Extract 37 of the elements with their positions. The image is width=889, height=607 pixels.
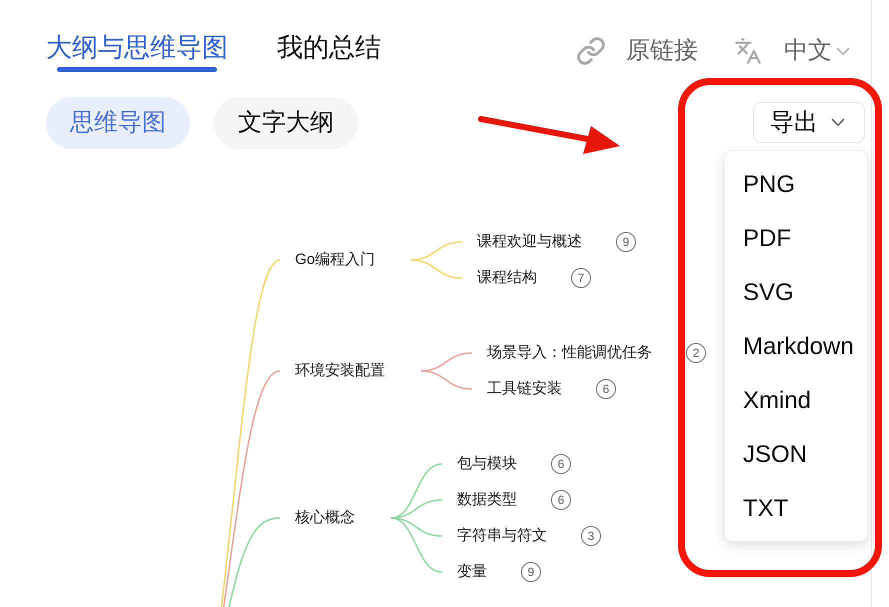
node-label: 场景导入：性能调优任务 (487, 343, 652, 363)
menu-item[interactable]: Xmind (725, 374, 867, 428)
count-badge: 6 (551, 454, 571, 474)
node-label: 数据类型 (457, 490, 517, 510)
export-button[interactable]: 导出 (753, 102, 865, 143)
count-badge: 2 (686, 343, 706, 363)
node-label: Go编程入门 (295, 250, 376, 270)
translate-icon[interactable] (734, 37, 762, 65)
node-label: 课程结构 (477, 268, 538, 288)
count-badge: 6 (551, 490, 571, 510)
tab[interactable]: 我的总结 (277, 31, 381, 72)
count-badge: 6 (596, 379, 616, 399)
count-badge: 9 (616, 232, 636, 252)
language-dropdown[interactable]: 中文 (784, 36, 849, 66)
link-icon (576, 36, 606, 66)
menu-item[interactable]: SVG (725, 266, 867, 320)
node-label: 课程欢迎与概述 (477, 232, 582, 252)
node-label: 核心概念 (295, 508, 355, 528)
view-tab[interactable]: 思维导图 (46, 97, 190, 149)
count-badge: 7 (571, 268, 592, 288)
node-label: 变量 (457, 562, 487, 582)
caret-icon (837, 48, 849, 54)
node-label: 工具链安装 (487, 379, 562, 399)
node-label: 字符串与符文 (457, 526, 547, 546)
menu-item[interactable]: PNG (725, 158, 867, 212)
tab[interactable]: 大纲与思维导图 (46, 31, 228, 72)
count-badge: 9 (521, 562, 541, 582)
count-badge: 3 (581, 526, 601, 546)
view-tab[interactable]: 文字大纲 (214, 97, 358, 149)
node-label: 包与模块 (457, 454, 517, 474)
source-link[interactable]: 原链接 (576, 36, 698, 66)
menu-item[interactable]: Markdown (725, 320, 867, 374)
node-label: 环境安装配置 (295, 361, 385, 381)
caret-icon (832, 119, 844, 126)
menu-item[interactable]: TXT (725, 482, 867, 536)
menu-item[interactable]: PDF (725, 212, 867, 266)
menu-item[interactable]: JSON (725, 428, 867, 482)
